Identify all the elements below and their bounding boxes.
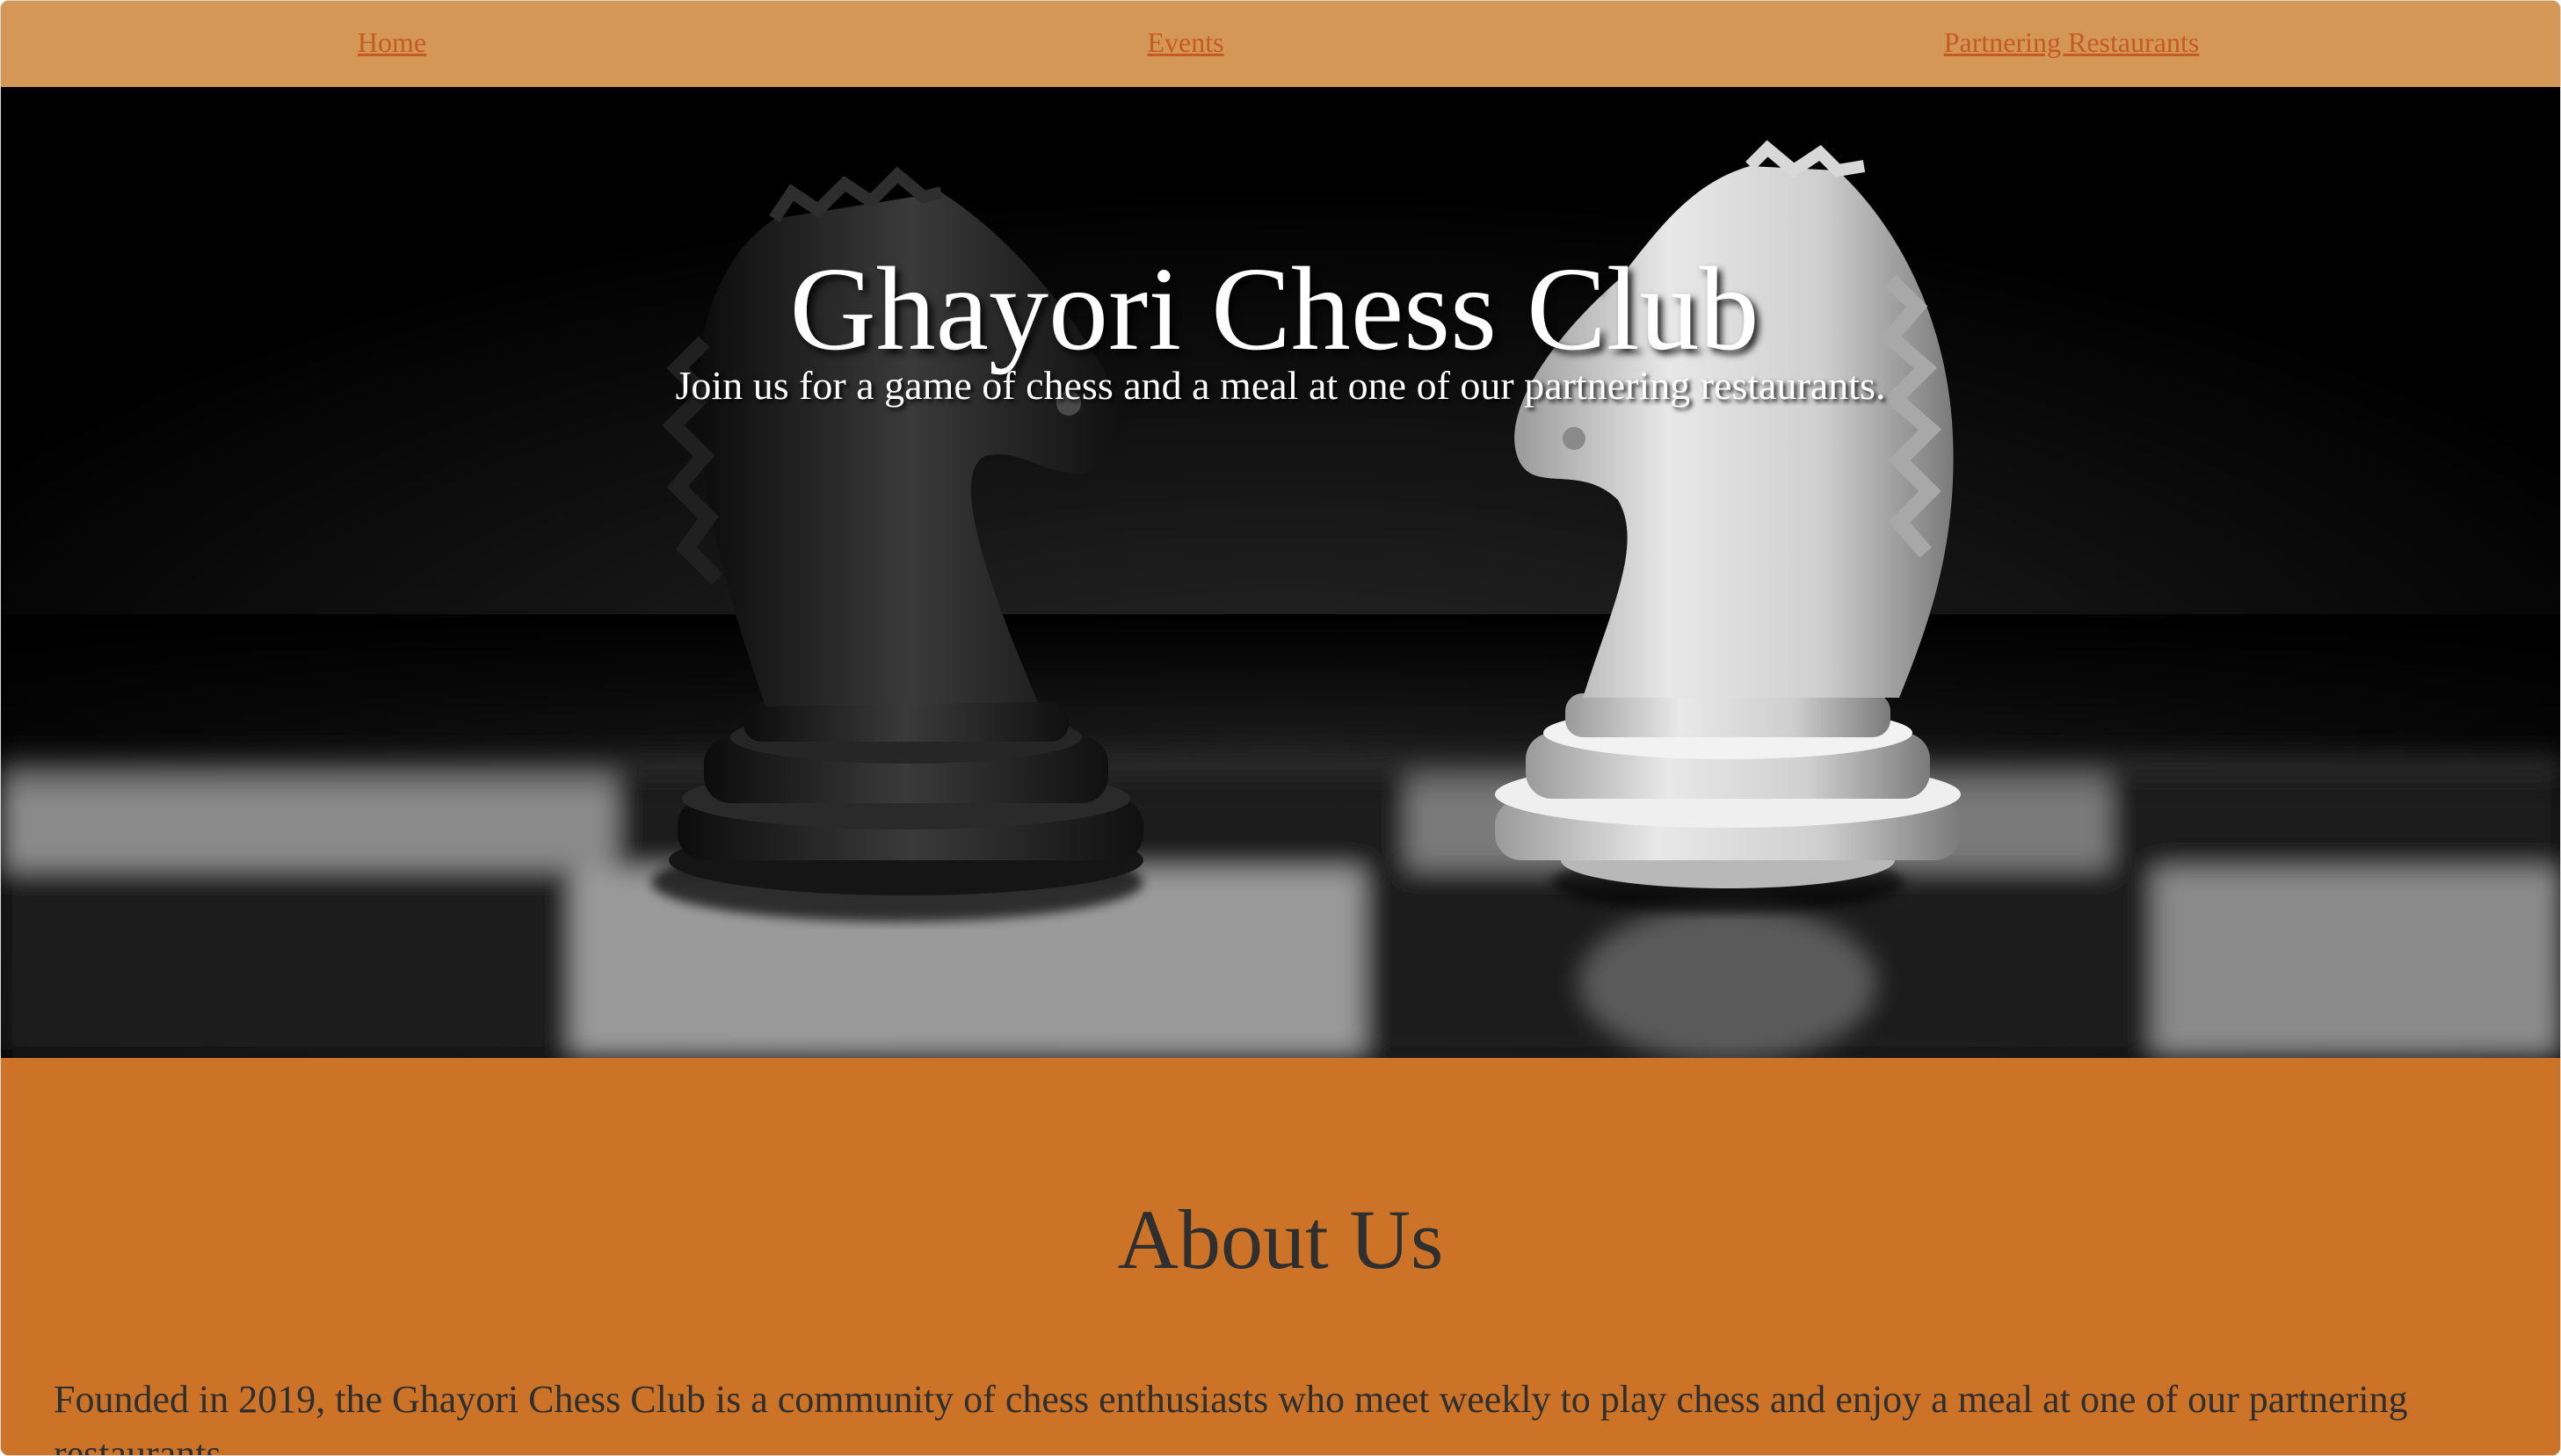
chess-knights-image <box>1 87 2560 1058</box>
nav-link-home[interactable]: Home <box>358 25 426 59</box>
hero-title: Ghayori Chess Club <box>789 243 1759 375</box>
about-heading: About Us <box>1117 1192 1444 1286</box>
nav-link-events[interactable]: Events <box>1147 25 1223 59</box>
top-navigation: Home Events Partnering Restaurants <box>1 1 2560 87</box>
nav-link-partnering-restaurants[interactable]: Partnering Restaurants <box>1944 25 2200 59</box>
about-section: About Us Founded in 2019, the Ghayori Ch… <box>1 1058 2560 1455</box>
hero-banner: Ghayori Chess Club Join us for a game of… <box>1 87 2560 1058</box>
about-paragraph: Founded in 2019, the Ghayori Chess Club … <box>54 1378 2408 1456</box>
hero-subtitle: Join us for a game of chess and a meal a… <box>675 363 1886 408</box>
browser-viewport: Home Events Partnering Restaurants Ghayo… <box>0 0 2561 1456</box>
